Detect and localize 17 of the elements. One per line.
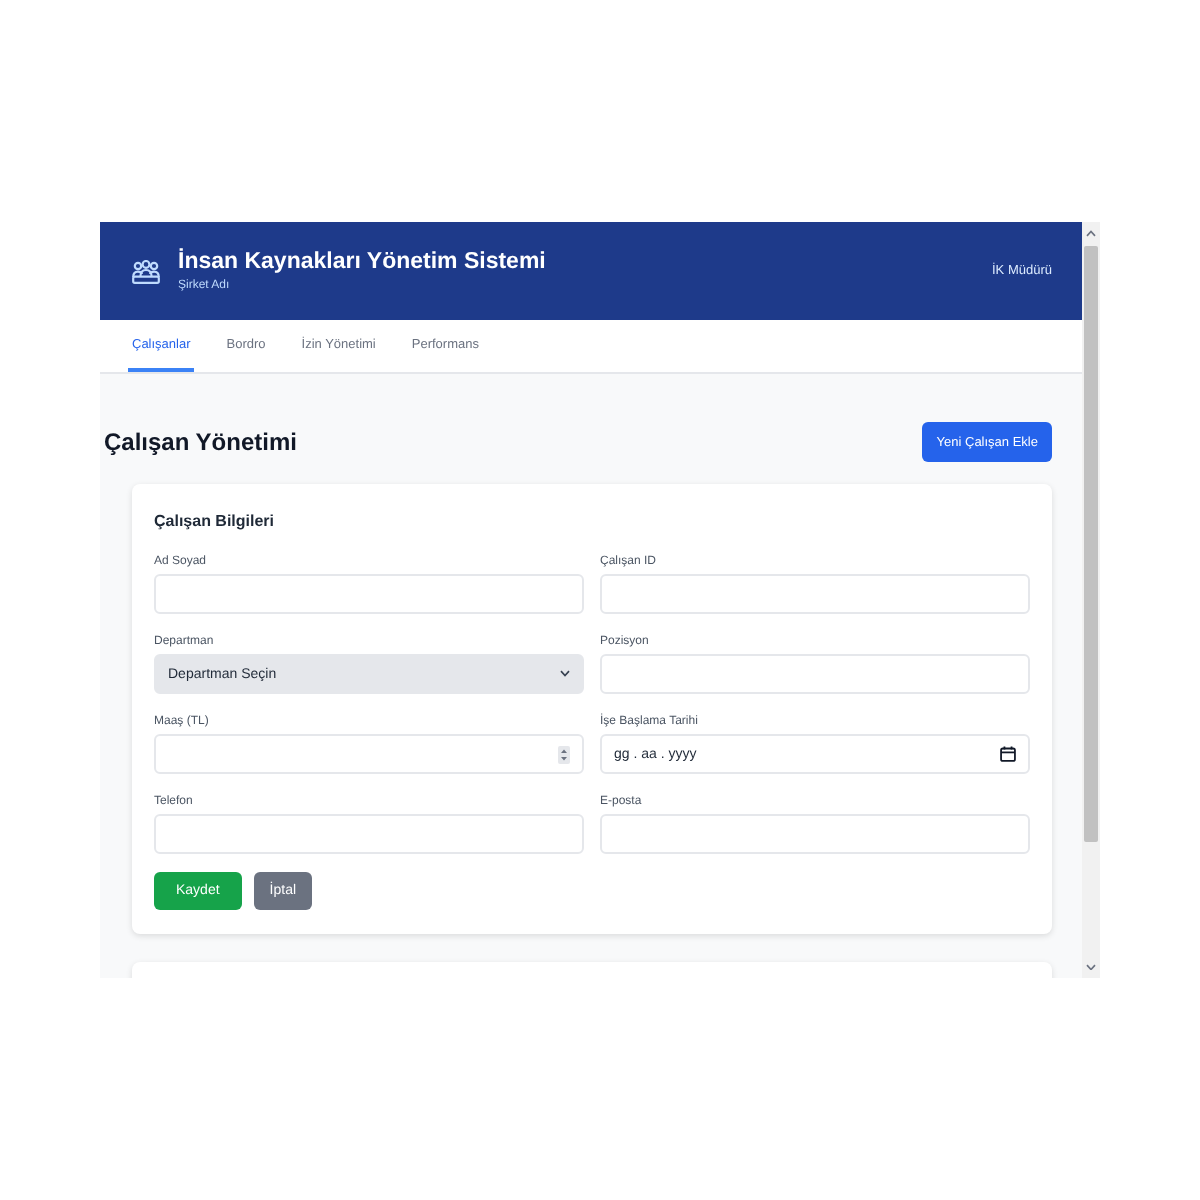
users-icon xyxy=(132,259,160,283)
page-title: Çalışan Yönetimi xyxy=(104,428,297,456)
input-field[interactable] xyxy=(154,574,584,614)
scroll-down-icon[interactable] xyxy=(1086,963,1096,970)
input-field[interactable] xyxy=(600,814,1030,854)
scrollbar[interactable] xyxy=(1082,222,1100,978)
caret-icon xyxy=(560,670,570,678)
input-field[interactable] xyxy=(600,574,1030,614)
scrollbar-thumb[interactable] xyxy=(1084,245,1098,841)
calendar-icon[interactable] xyxy=(1000,746,1016,762)
scroll-up-icon[interactable] xyxy=(1086,230,1096,237)
number-field[interactable] xyxy=(154,734,584,774)
app-title: İnsan Kaynakları Yönetim Sistemi xyxy=(178,248,546,276)
input-field[interactable] xyxy=(154,814,584,854)
spinner-icon[interactable] xyxy=(558,745,570,763)
input-field[interactable] xyxy=(600,654,1030,694)
form-title: Çalışan Bilgileri xyxy=(154,512,277,532)
